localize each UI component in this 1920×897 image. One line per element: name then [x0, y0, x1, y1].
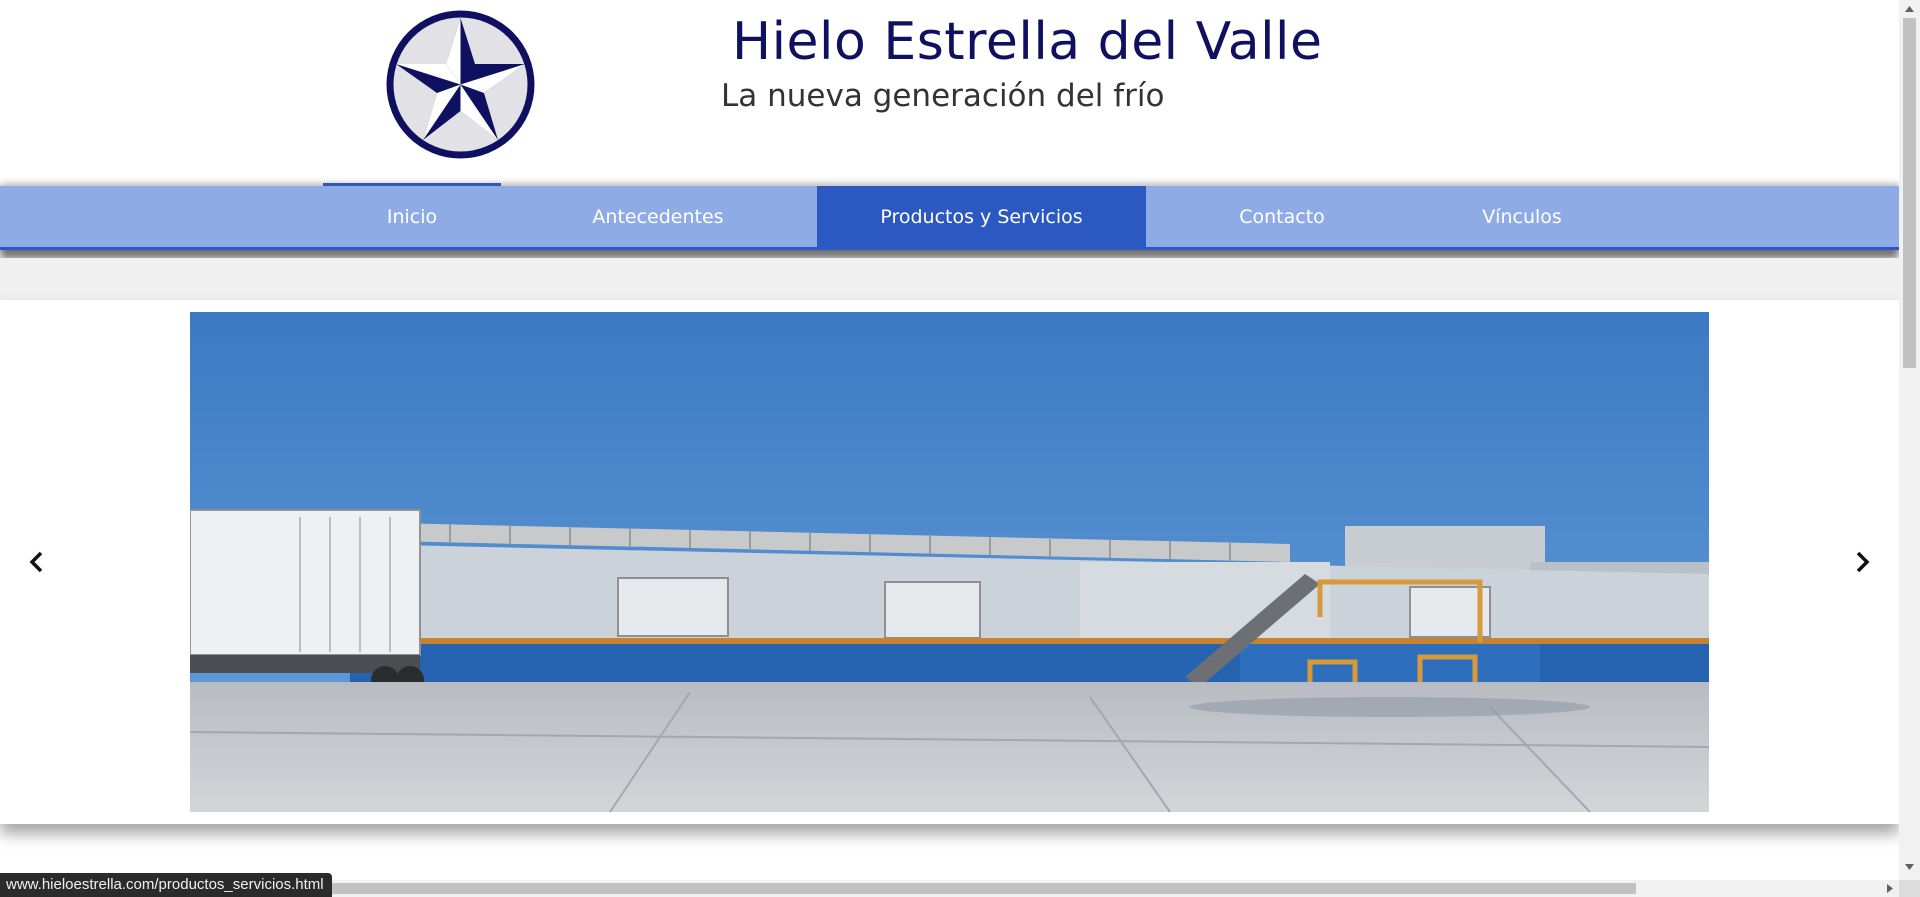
nav-item-inicio[interactable]: Inicio	[323, 183, 501, 247]
scroll-down-icon[interactable]	[1904, 862, 1915, 872]
nav-label: Contacto	[1239, 205, 1325, 228]
ice-plant-building-photo	[190, 312, 1709, 812]
nav-label: Inicio	[386, 205, 438, 228]
scroll-up-icon[interactable]	[1904, 4, 1915, 14]
nav-item-contacto[interactable]: Contacto	[1200, 186, 1364, 247]
site-title: Hielo Estrella del Valle	[732, 12, 1323, 72]
nav-item-antecedentes[interactable]: Antecedentes	[545, 186, 771, 247]
chevron-left-icon	[29, 551, 43, 573]
chevron-right-icon	[1856, 551, 1870, 573]
slider-prev-button[interactable]	[25, 550, 49, 574]
vertical-scroll-thumb[interactable]	[1903, 18, 1916, 368]
image-slider	[0, 300, 1899, 824]
separator-band	[0, 258, 1899, 300]
browser-viewport: Hielo Estrella del Valle La nueva genera…	[0, 0, 1920, 897]
status-bar-url: www.hieloestrella.com/productos_servicio…	[0, 873, 332, 897]
scroll-right-icon[interactable]	[1885, 883, 1895, 894]
main-nav: Inicio Antecedentes Productos y Servicio…	[0, 183, 1899, 250]
star-emblem-icon	[386, 10, 535, 159]
logo[interactable]	[383, 7, 538, 162]
site-subtitle: La nueva generación del frío	[721, 78, 1165, 114]
scrollbar-corner	[1899, 880, 1920, 897]
nav-label: Antecedentes	[592, 205, 724, 228]
nav-label: Vínculos	[1482, 205, 1562, 228]
nav-label: Productos y Servicios	[880, 205, 1083, 228]
nav-item-productos-servicios[interactable]: Productos y Servicios	[817, 186, 1146, 247]
vertical-scrollbar[interactable]	[1899, 0, 1920, 880]
slider-next-button[interactable]	[1850, 550, 1874, 574]
nav-item-vinculos[interactable]: Vínculos	[1440, 186, 1604, 247]
